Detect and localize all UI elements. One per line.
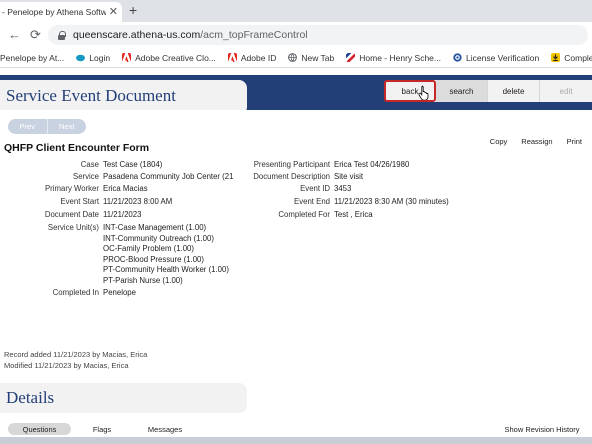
bookmarks-bar: Penelope by At... Login Adobe Creative C… bbox=[0, 48, 592, 68]
copy-link[interactable]: Copy bbox=[490, 137, 508, 146]
print-link[interactable]: Print bbox=[567, 137, 582, 146]
document-description-label: Document Description bbox=[253, 172, 330, 181]
document-date-value: 11/21/2023 bbox=[103, 210, 142, 219]
event-id-label: Event ID bbox=[300, 184, 330, 193]
adobe-icon bbox=[122, 53, 132, 62]
primary-worker-label: Primary Worker bbox=[44, 184, 99, 193]
service-value: Pasadena Community Job Center (21 bbox=[103, 172, 234, 181]
bookmark-adobe-creative-cloud[interactable]: Adobe Creative Clo... bbox=[122, 53, 216, 63]
list-item: PROC-Blood Pressure (1.00) bbox=[103, 254, 204, 264]
service-units-list: INT-Case Management (1.00) INT-Community… bbox=[103, 223, 229, 287]
details-card: Details bbox=[0, 383, 247, 413]
completed-in-value: Penelope bbox=[103, 288, 136, 297]
list-item: INT-Community Outreach (1.00) bbox=[103, 233, 214, 243]
case-value: Test Case (1804) bbox=[103, 160, 163, 169]
prev-button[interactable]: Prev bbox=[8, 119, 48, 134]
url-text: queenscare.athena-us.com/acm_topFrameCon… bbox=[73, 29, 308, 41]
bookmark-penelope[interactable]: Penelope by At... bbox=[0, 53, 64, 63]
audit-info: Record added 11/21/2023 by Macias, Erica… bbox=[4, 350, 147, 371]
bookmark-new-tab[interactable]: New Tab bbox=[288, 53, 334, 63]
plus-icon[interactable]: + bbox=[129, 2, 137, 18]
tab-questions[interactable]: Questions bbox=[8, 423, 71, 435]
henry-schein-icon bbox=[346, 53, 356, 62]
back-arrow-icon[interactable]: ← bbox=[8, 27, 21, 42]
page-title: Service Event Document bbox=[6, 86, 176, 105]
event-end-label: Event End bbox=[294, 197, 330, 206]
service-units-label: Service Unit(s) bbox=[47, 223, 99, 232]
completed-for-value: Test , Erica bbox=[334, 210, 373, 219]
presenting-participant-value: Erica Test 04/26/1980 bbox=[334, 160, 410, 169]
event-start-label: Event Start bbox=[60, 197, 99, 206]
event-id-value: 3453 bbox=[334, 184, 352, 193]
event-start-value: 11/21/2023 8:00 AM bbox=[103, 197, 173, 206]
main-content: Prev Next QHFP Client Encounter Form Cop… bbox=[0, 110, 592, 400]
address-bar-row: ← ⟳ queenscare.athena-us.com/acm_topFram… bbox=[0, 22, 592, 48]
record-added-text: Record added 11/21/2023 by Macias, Erica bbox=[4, 350, 148, 359]
case-label: Case bbox=[80, 160, 99, 169]
modified-text: Modified 11/21/2023 by Macias, Erica bbox=[4, 360, 129, 370]
globe-icon bbox=[288, 53, 298, 62]
list-item: OC-Family Problem (1.00) bbox=[103, 244, 194, 254]
list-item: INT-Case Management (1.00) bbox=[103, 223, 207, 232]
action-bar: back search delete edit bbox=[384, 80, 592, 102]
tab-title: - Penelope by Athena Softwa bbox=[2, 7, 106, 17]
document-date-label: Document Date bbox=[44, 210, 99, 219]
lock-icon bbox=[58, 31, 66, 40]
bookmark-henry-schein[interactable]: Home - Henry Sche... bbox=[346, 53, 441, 63]
list-item: PT-Community Health Worker (1.00) bbox=[103, 265, 229, 275]
adobe-icon bbox=[227, 53, 237, 62]
reload-icon[interactable]: ⟳ bbox=[30, 27, 41, 43]
event-end-value: 11/21/2023 8:30 AM (30 minutes) bbox=[334, 197, 449, 206]
service-label: Service bbox=[73, 172, 99, 181]
seal-icon bbox=[453, 53, 462, 62]
close-icon[interactable]: ✕ bbox=[109, 5, 118, 18]
bookmark-completed[interactable]: Completed | D bbox=[551, 53, 592, 63]
download-icon bbox=[551, 53, 561, 62]
completed-for-label: Completed For bbox=[278, 210, 330, 219]
search-button[interactable]: search bbox=[436, 80, 488, 102]
form-title: QHFP Client Encounter Form bbox=[4, 142, 150, 154]
tab-messages[interactable]: Messages bbox=[140, 423, 190, 435]
bookmark-license-verification[interactable]: License Verification bbox=[453, 53, 539, 63]
bottom-divider bbox=[0, 437, 592, 444]
presenting-participant-label: Presenting Participant bbox=[253, 160, 330, 169]
hand-cursor-icon bbox=[418, 85, 429, 100]
browser-tab[interactable]: - Penelope by Athena Softwa ✕ bbox=[0, 2, 122, 22]
bookmark-login[interactable]: Login bbox=[76, 53, 110, 63]
edit-button[interactable]: edit bbox=[540, 80, 592, 102]
details-tabs: Questions Flags Messages Show Revision H… bbox=[0, 421, 592, 437]
browser-tab-strip: - Penelope by Athena Softwa ✕ + bbox=[0, 0, 592, 22]
primary-worker-value: Erica Macias bbox=[103, 184, 148, 193]
list-item: PT-Parish Nurse (1.00) bbox=[103, 275, 183, 285]
reassign-link[interactable]: Reassign bbox=[521, 137, 552, 146]
document-description-value: Site visit bbox=[334, 172, 364, 181]
completed-in-label: Completed In bbox=[52, 288, 99, 297]
show-revision-history-link[interactable]: Show Revision History bbox=[502, 423, 582, 435]
details-title: Details bbox=[6, 388, 55, 407]
pager: Prev Next bbox=[8, 119, 86, 134]
url-input[interactable]: queenscare.athena-us.com/acm_topFrameCon… bbox=[48, 25, 588, 45]
delete-button[interactable]: delete bbox=[488, 80, 540, 102]
tab-flags[interactable]: Flags bbox=[80, 423, 124, 435]
bookmark-adobe-id[interactable]: Adobe ID bbox=[227, 53, 276, 63]
next-button[interactable]: Next bbox=[48, 119, 87, 134]
salesforce-icon bbox=[76, 54, 86, 62]
form-links: Copy Reassign Print bbox=[490, 137, 582, 146]
